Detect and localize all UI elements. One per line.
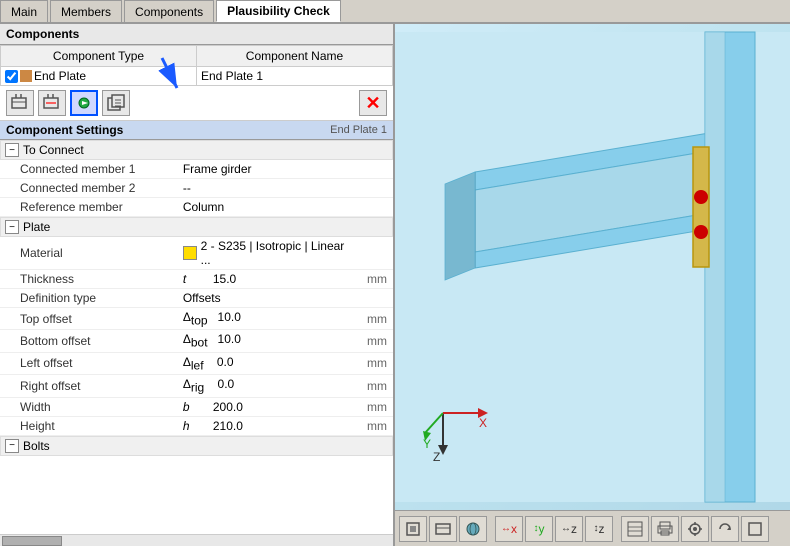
main-layout: Components Component Type Component Name… xyxy=(0,24,790,546)
remove-component-btn[interactable] xyxy=(38,90,66,116)
prop-right-offset: Right offset Δrig 0.0 mm xyxy=(0,375,393,397)
tab-bar: Main Members Components Plausibility Che… xyxy=(0,0,790,24)
remove-icon xyxy=(43,94,61,112)
svg-text:Z: Z xyxy=(433,450,440,463)
collapse-plate[interactable]: − xyxy=(5,220,19,234)
axis-indicator: Z Y X xyxy=(423,393,493,466)
section-plate: − Plate xyxy=(0,217,393,237)
prop-top-offset: Top offset Δtop 10.0 mm xyxy=(0,308,393,330)
col-type-header: Component Type xyxy=(1,46,197,67)
axis-svg: Z Y X xyxy=(423,393,493,463)
components-table: Component Type Component Name End Plate … xyxy=(0,45,393,86)
settings-view-btn[interactable] xyxy=(681,516,709,542)
prop-thickness: Thickness t 15.0 mm xyxy=(0,270,393,289)
horizontal-scrollbar[interactable] xyxy=(0,534,393,546)
prop-left-offset: Left offset Δlef 0.0 mm xyxy=(0,352,393,374)
new-component-btn[interactable] xyxy=(6,90,34,116)
tab-plausibility[interactable]: Plausibility Check xyxy=(216,0,341,22)
to-connect-props: Connected member 1 Frame girder Connecte… xyxy=(0,160,393,217)
fullscreen-btn[interactable] xyxy=(741,516,769,542)
section-bolts: − Bolts xyxy=(0,436,393,456)
settings-body: − To Connect Connected member 1 Frame gi… xyxy=(0,140,393,534)
prop-bottom-offset: Bottom offset Δbot 10.0 mm xyxy=(0,330,393,352)
scroll-thumb[interactable] xyxy=(2,536,62,546)
component-toolbar: ✕ xyxy=(0,86,393,121)
add-icon xyxy=(11,94,29,112)
section-to-connect: − To Connect xyxy=(0,140,393,160)
prop-material: Material 2 - S235 | Isotropic | Linear .… xyxy=(0,237,393,270)
settings-title: Component Settings xyxy=(6,123,123,137)
rotate-btn[interactable] xyxy=(711,516,739,542)
prop-connected-member-2: Connected member 2 -- xyxy=(0,179,393,198)
type-cell: End Plate xyxy=(1,67,197,86)
name-cell: End Plate 1 xyxy=(197,67,393,86)
edit-icon xyxy=(75,94,93,112)
view-mode-btn[interactable] xyxy=(621,516,649,542)
settings-subtitle: End Plate 1 xyxy=(330,124,387,136)
delete-btn[interactable]: ✕ xyxy=(359,90,387,116)
tab-components[interactable]: Components xyxy=(124,0,214,22)
view-front-btn[interactable] xyxy=(429,516,457,542)
view-render-btn[interactable] xyxy=(459,516,487,542)
table-row: End Plate End Plate 1 xyxy=(1,67,393,86)
left-panel: Components Component Type Component Name… xyxy=(0,24,395,546)
material-color-icon xyxy=(183,246,197,260)
right-panel: Z Y X xyxy=(395,24,790,546)
copy-component-btn[interactable] xyxy=(102,90,130,116)
collapse-to-connect[interactable]: − xyxy=(5,143,19,157)
prop-connected-member-1: Connected member 1 Frame girder xyxy=(0,160,393,179)
prop-width: Width b 200.0 mm xyxy=(0,397,393,416)
prop-reference-member: Reference member Column xyxy=(0,198,393,217)
axis-x-btn[interactable]: ↔x xyxy=(495,516,523,542)
prop-height: Height h 210.0 mm xyxy=(0,416,393,435)
row-checkbox[interactable] xyxy=(5,70,18,83)
tab-main[interactable]: Main xyxy=(0,0,48,22)
collapse-bolts[interactable]: − xyxy=(5,439,19,453)
print-btn[interactable] xyxy=(651,516,679,542)
type-color-box xyxy=(20,70,32,82)
axis-y-btn[interactable]: ↕y xyxy=(525,516,553,542)
settings-header: Component Settings End Plate 1 xyxy=(0,121,393,140)
svg-text:Y: Y xyxy=(423,437,431,451)
edit-component-btn[interactable] xyxy=(70,90,98,116)
axis-z2-btn[interactable]: ↕z xyxy=(585,516,613,542)
prop-definition-type: Definition type Offsets xyxy=(0,289,393,308)
copy-icon xyxy=(107,94,125,112)
plate-props: Material 2 - S235 | Isotropic | Linear .… xyxy=(0,237,393,436)
svg-text:X: X xyxy=(479,416,487,430)
view-fit-btn[interactable] xyxy=(399,516,427,542)
components-header: Components xyxy=(0,24,393,45)
col-name-header: Component Name xyxy=(197,46,393,67)
viewport-toolbar: ↔x ↕y ↔z ↕z xyxy=(395,510,790,546)
tab-members[interactable]: Members xyxy=(50,0,122,22)
3d-viewport[interactable]: Z Y X xyxy=(395,24,790,510)
axis-z-btn[interactable]: ↔z xyxy=(555,516,583,542)
